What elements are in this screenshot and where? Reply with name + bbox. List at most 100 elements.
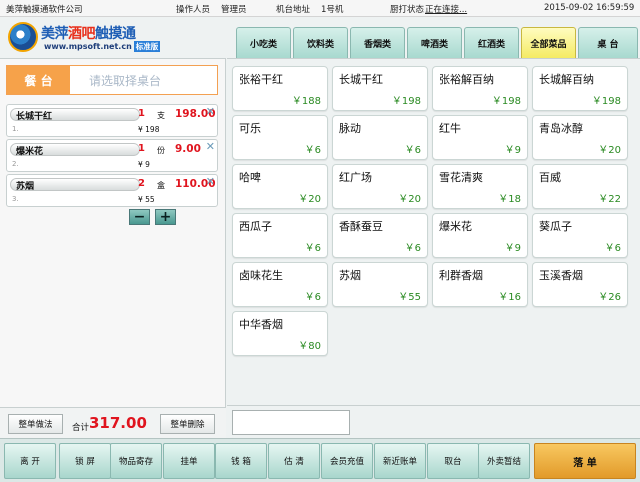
logo-title-part3: 触摸通 bbox=[95, 26, 136, 42]
dish-card[interactable]: 张裕干红 ￥188 bbox=[232, 66, 328, 111]
decrease-qty-button[interactable]: − bbox=[129, 209, 150, 225]
lock-screen-button[interactable]: 锁 屏 bbox=[59, 443, 111, 479]
dish-name: 苏烟 bbox=[339, 269, 361, 282]
dish-card[interactable]: 脉动 ￥6 bbox=[332, 115, 428, 160]
sold-out-button[interactable]: 估 清 bbox=[268, 443, 320, 479]
tab-tables[interactable]: 桌 台 bbox=[578, 27, 638, 59]
dish-card[interactable]: 红牛 ￥9 bbox=[432, 115, 528, 160]
order-item-index: 1. bbox=[12, 125, 19, 133]
leave-button[interactable]: 离 开 bbox=[4, 443, 56, 479]
dish-card[interactable]: 红广场 ￥20 bbox=[332, 164, 428, 209]
dish-card[interactable]: 香酥蚕豆 ￥6 bbox=[332, 213, 428, 258]
operator-label: 操作人员 bbox=[176, 5, 211, 15]
total-label: 合计 bbox=[72, 423, 90, 433]
retrieve-table-button[interactable]: 取台 bbox=[427, 443, 479, 479]
remove-item-icon[interactable]: ✕ bbox=[206, 140, 215, 153]
dish-price: ￥20 bbox=[298, 194, 321, 205]
operator-name: 管理员 bbox=[221, 5, 247, 15]
dish-card[interactable]: 葵瓜子 ￥6 bbox=[532, 213, 628, 258]
dish-card[interactable]: 雪花清爽 ￥18 bbox=[432, 164, 528, 209]
dish-price: ￥22 bbox=[598, 194, 621, 205]
member-topup-button[interactable]: 会员充值 bbox=[321, 443, 373, 479]
dish-name: 红牛 bbox=[439, 122, 461, 135]
dish-price: ￥18 bbox=[498, 194, 521, 205]
cash-drawer-button[interactable]: 钱 箱 bbox=[215, 443, 267, 479]
tab-snacks[interactable]: 小吃类 bbox=[236, 27, 291, 59]
whole-order-method-button[interactable]: 整单做法 bbox=[8, 414, 63, 434]
remove-item-icon[interactable]: ✕ bbox=[206, 105, 215, 118]
terminal-label: 机台地址 bbox=[276, 5, 311, 15]
dish-grid: 张裕干红 ￥188 长城干红 ￥198 张裕解百纳 ￥198 长城解百纳 ￥198 可乐… bbox=[227, 58, 640, 404]
dish-price: ￥9 bbox=[504, 243, 521, 254]
recent-bills-button[interactable]: 新近账单 bbox=[374, 443, 426, 479]
dish-card[interactable]: 苏烟 ￥55 bbox=[332, 262, 428, 307]
order-item-index: 3. bbox=[12, 195, 19, 203]
dish-card[interactable]: 百威 ￥22 bbox=[532, 164, 628, 209]
delete-whole-order-button[interactable]: 整单删除 bbox=[160, 414, 215, 434]
hold-order-button[interactable]: 挂单 bbox=[163, 443, 215, 479]
dish-name: 哈啤 bbox=[239, 171, 261, 184]
app-logo: 美萍酒吧触摸通 www.mpsoft.net.cn 标准版 bbox=[8, 22, 161, 56]
order-item-name: 苏烟 bbox=[16, 182, 35, 192]
dish-card[interactable]: 利群香烟 ￥16 bbox=[432, 262, 528, 307]
dish-name: 雪花清爽 bbox=[439, 171, 483, 184]
category-tabs: 小吃类 饮料类 香烟类 啤酒类 红酒类 全部菜品 桌 台 bbox=[236, 27, 640, 59]
dish-price: ￥6 bbox=[404, 243, 421, 254]
dish-card[interactable]: 青岛冰醇 ￥20 bbox=[532, 115, 628, 160]
dish-name: 张裕解百纳 bbox=[439, 73, 494, 86]
order-item[interactable]: 爆米花 1 份 9.00 2. ¥ 9 ✕ bbox=[6, 139, 218, 172]
dish-card[interactable]: 张裕解百纳 ￥198 bbox=[432, 66, 528, 111]
takeout-settle-button[interactable]: 外卖暂结 bbox=[478, 443, 530, 479]
tab-red-wine[interactable]: 红酒类 bbox=[464, 27, 519, 59]
tab-beer[interactable]: 啤酒类 bbox=[407, 27, 462, 59]
dish-card[interactable]: 爆米花 ￥9 bbox=[432, 213, 528, 258]
order-item-unit: 份 bbox=[157, 146, 165, 155]
dish-card[interactable]: 哈啤 ￥20 bbox=[232, 164, 328, 209]
dish-name: 张裕干红 bbox=[239, 73, 283, 86]
dish-card[interactable]: 西瓜子 ￥6 bbox=[232, 213, 328, 258]
dish-name: 百威 bbox=[539, 171, 561, 184]
order-item[interactable]: 长城干红 1 支 198.00 1. ¥ 198 ✕ bbox=[6, 104, 218, 137]
dish-name: 脉动 bbox=[339, 122, 361, 135]
dish-name: 青岛冰醇 bbox=[539, 122, 583, 135]
dish-price: ￥9 bbox=[504, 145, 521, 156]
dish-name: 长城解百纳 bbox=[539, 73, 594, 86]
order-item-price: ¥ 198 bbox=[138, 125, 160, 134]
dish-price: ￥6 bbox=[304, 292, 321, 303]
dish-price: ￥188 bbox=[291, 96, 321, 107]
dish-card[interactable]: 长城解百纳 ￥198 bbox=[532, 66, 628, 111]
dish-price: ￥198 bbox=[591, 96, 621, 107]
dish-name: 中华香烟 bbox=[239, 318, 283, 331]
dish-card[interactable]: 长城干红 ￥198 bbox=[332, 66, 428, 111]
dish-price: ￥6 bbox=[404, 145, 421, 156]
logo-title-part1: 美萍 bbox=[41, 26, 69, 42]
quick-search-input[interactable] bbox=[232, 410, 350, 435]
kitchen-print-label: 厨打状态 bbox=[390, 5, 425, 15]
company-name: 美萍触摸通软件公司 bbox=[6, 5, 83, 15]
tab-cigarettes[interactable]: 香烟类 bbox=[350, 27, 405, 59]
dish-price: ￥6 bbox=[604, 243, 621, 254]
remove-item-icon[interactable]: ✕ bbox=[206, 175, 215, 188]
dish-name: 长城干红 bbox=[339, 73, 383, 86]
tab-drinks[interactable]: 饮料类 bbox=[293, 27, 348, 59]
dish-card[interactable]: 玉溪香烟 ￥26 bbox=[532, 262, 628, 307]
dish-name: 可乐 bbox=[239, 122, 261, 135]
dish-card[interactable]: 卤味花生 ￥6 bbox=[232, 262, 328, 307]
increase-qty-button[interactable]: + bbox=[155, 209, 176, 225]
tab-all-dishes[interactable]: 全部菜品 bbox=[521, 27, 576, 59]
datetime: 2015-09-02 16:59:59 bbox=[544, 3, 635, 13]
order-item-total: 9.00 bbox=[175, 143, 201, 155]
logo-url-text: www.mpsoft.net.cn bbox=[44, 42, 132, 51]
item-storage-button[interactable]: 物品寄存 bbox=[110, 443, 162, 479]
kitchen-print-status[interactable]: 正在连接... bbox=[425, 3, 467, 15]
table-selector[interactable]: 餐 台 请选取择桌台 bbox=[6, 65, 218, 95]
place-order-button[interactable]: 落 单 bbox=[534, 443, 636, 479]
order-summary-bar: 整单做法 合计 317.00 整单删除 bbox=[0, 407, 226, 439]
dish-card[interactable]: 可乐 ￥6 bbox=[232, 115, 328, 160]
dish-name: 爆米花 bbox=[439, 220, 472, 233]
dish-price: ￥6 bbox=[304, 145, 321, 156]
dish-price: ￥16 bbox=[498, 292, 521, 303]
dish-card[interactable]: 中华香烟 ￥80 bbox=[232, 311, 328, 356]
top-info-bar: 美萍触摸通软件公司 操作人员 管理员 机台地址 1号机 厨打状态 正在连接...… bbox=[0, 0, 640, 17]
order-item[interactable]: 苏烟 2 盒 110.00 3. ¥ 55 ✕ bbox=[6, 174, 218, 207]
